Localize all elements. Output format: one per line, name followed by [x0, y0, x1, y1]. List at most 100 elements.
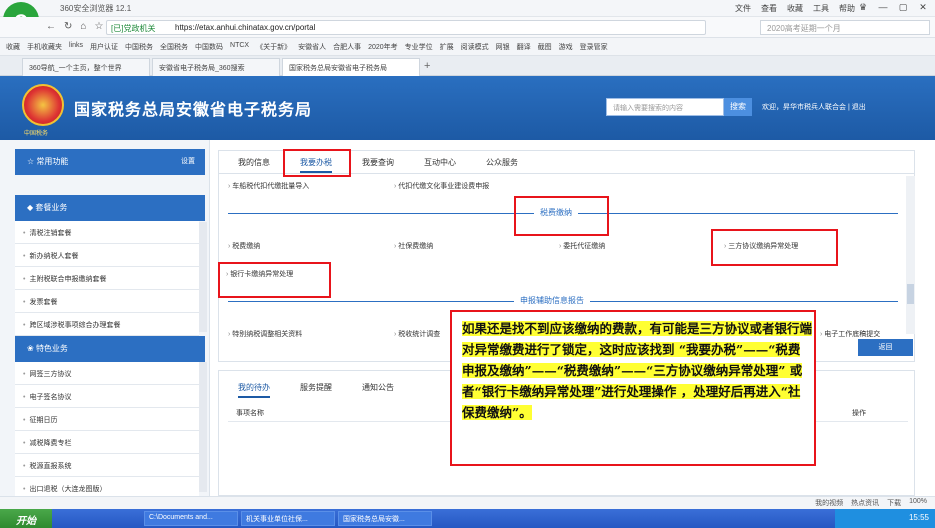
sidebar-item-package[interactable]: 清税注销套餐: [15, 221, 199, 244]
favorite-item[interactable]: 网银: [496, 42, 510, 55]
emblem-caption: 中国税务: [24, 131, 49, 137]
url-trust-badge: [已]党政机关: [111, 24, 156, 33]
sidebar-item-package[interactable]: 跨区域涉税事项综合办理套餐: [15, 313, 199, 336]
tab-query[interactable]: 我要查询: [362, 157, 394, 168]
new-tab-icon[interactable]: +: [424, 60, 430, 72]
feature-business-header[interactable]: ❀ 特色业务: [15, 336, 205, 362]
favorite-item[interactable]: 2020年考: [368, 42, 398, 55]
close-icon[interactable]: ✕: [915, 2, 931, 13]
start-button[interactable]: 开始: [0, 509, 52, 528]
status-news[interactable]: 热点资讯: [851, 498, 879, 508]
browser-tab-search[interactable]: 安徽省电子税务局_360搜索: [152, 58, 280, 76]
sidebar-item-package[interactable]: 发票套餐: [15, 290, 199, 313]
home-icon[interactable]: ⌂: [80, 21, 86, 32]
reload-icon[interactable]: ↻: [64, 21, 72, 32]
sidebar-item-feature[interactable]: 减税降费专栏: [15, 431, 199, 454]
sidebar-item-feature[interactable]: 征期日历: [15, 408, 199, 431]
sidebar-scrollbar[interactable]: [199, 362, 207, 492]
maximize-icon[interactable]: ▢: [895, 2, 911, 13]
tab-service-reminder[interactable]: 服务提醒: [300, 382, 332, 393]
site-title: 国家税务总局安徽省电子税务局: [74, 102, 313, 119]
sidebar-item-feature[interactable]: 网签三方协议: [15, 362, 199, 385]
menu-tools[interactable]: 工具: [813, 3, 829, 14]
favorite-item[interactable]: 专业学位: [405, 42, 433, 55]
status-zoom[interactable]: 100%: [909, 498, 927, 508]
favorite-item[interactable]: 手机收藏夹: [27, 42, 62, 55]
link-special-adjust[interactable]: 特别纳税调整相关资料: [228, 329, 302, 339]
browser-title: 360安全浏览器 12.1: [60, 4, 132, 13]
menu-file[interactable]: 文件: [735, 3, 751, 14]
sidebar-item-feature[interactable]: 电子签名协议: [15, 385, 199, 408]
status-download[interactable]: 下载: [887, 498, 901, 508]
package-business-header[interactable]: ◆ 套餐业务: [15, 195, 205, 221]
site-search-button[interactable]: 搜索: [724, 98, 752, 116]
status-video[interactable]: 我的视频: [815, 498, 843, 508]
back-arrow-icon[interactable]: ←: [46, 21, 56, 32]
settings-link[interactable]: 设置: [181, 156, 195, 166]
favorite-item[interactable]: 阅读模式: [461, 42, 489, 55]
favorite-item[interactable]: 收藏: [6, 42, 20, 55]
menu-help[interactable]: 帮助: [839, 3, 855, 14]
url-input[interactable]: [已]党政机关 https://etax.anhui.chinatax.gov.…: [106, 20, 706, 35]
browser-statusbar: 我的视频 热点资讯 下载 100%: [0, 496, 935, 509]
site-header: 中国税务 国家税务总局安徽省电子税务局 请输入需要搜索的内容 搜索 欢迎，昇华市…: [0, 76, 935, 140]
browser-tabbar: 360导航_一个主页，整个世界 安徽省电子税务局_360搜索 国家税务总局安徽省…: [0, 56, 935, 76]
tab-my-todo[interactable]: 我的待办: [238, 382, 270, 398]
browser-tab-etax[interactable]: 国家税务总局安徽省电子税务局: [282, 58, 420, 76]
link-entrusted-payment[interactable]: 委托代征缴纳: [559, 241, 605, 251]
link-tax-survey[interactable]: 税收统计调查: [394, 329, 440, 339]
favorite-item[interactable]: 扩展: [440, 42, 454, 55]
system-tray: 15:55: [835, 509, 935, 528]
favorite-item[interactable]: 中国税务: [125, 42, 153, 55]
browser-search-input[interactable]: 2020高考延期一个月: [760, 20, 930, 35]
favorite-item[interactable]: links: [69, 42, 83, 55]
menu-favorites[interactable]: 收藏: [787, 3, 803, 14]
main-scroll-thumb[interactable]: [907, 284, 914, 304]
link-social-security-payment[interactable]: 社保费缴纳: [394, 241, 433, 251]
favorite-item[interactable]: 用户认证: [90, 42, 118, 55]
main-scrollbar[interactable]: [906, 176, 915, 334]
link-vehicle-tax-import[interactable]: 车船税代扣代缴批量导入: [228, 181, 309, 191]
favorite-item[interactable]: 登录管家: [580, 42, 608, 55]
favorite-item[interactable]: NTCX: [230, 42, 249, 55]
clock[interactable]: 15:55: [909, 513, 929, 522]
browser-tab-nav[interactable]: 360导航_一个主页，整个世界: [22, 58, 150, 76]
favorite-item[interactable]: 全国税务: [160, 42, 188, 55]
site-search-input[interactable]: 请输入需要搜索的内容: [606, 98, 724, 116]
common-functions-header[interactable]: ☆ 常用功能 设置: [15, 149, 205, 175]
tab-interaction[interactable]: 互动中心: [424, 157, 456, 168]
return-button[interactable]: 返回: [858, 339, 913, 356]
link-working-paper[interactable]: 电子工作底稿提交: [820, 329, 880, 339]
sidebar-scrollbar[interactable]: [199, 222, 207, 332]
browser-titlebar: 360安全浏览器 12.1 文件 查看 收藏 工具 帮助 ♛ — ▢ ✕: [0, 0, 935, 17]
left-sidebar: ☆ 常用功能 设置 ◆ 套餐业务 清税注销套餐 新办纳税人套餐 主附税联合申报缴…: [0, 140, 210, 500]
taskbar-item-etax[interactable]: 国家税务总局安徽...: [338, 511, 432, 526]
col-item-name: 事项名称: [236, 410, 264, 417]
favorite-item[interactable]: 游戏: [559, 42, 573, 55]
favorite-item[interactable]: 中国数码: [195, 42, 223, 55]
favorite-item[interactable]: 合肥人事: [333, 42, 361, 55]
favorite-item[interactable]: 翻译: [517, 42, 531, 55]
favorite-item[interactable]: 安徽省人: [298, 42, 326, 55]
welcome-text[interactable]: 欢迎，昇华市税兵人联合会 | 退出: [762, 102, 866, 112]
link-culture-fee[interactable]: 代扣代缴文化事业建设费申报: [394, 181, 489, 191]
tab-notice[interactable]: 通知公告: [362, 382, 394, 393]
minimize-icon[interactable]: —: [875, 2, 891, 13]
tab-public-service[interactable]: 公众服务: [486, 157, 518, 168]
link-tax-payment[interactable]: 税费缴纳: [228, 241, 260, 251]
menu-view[interactable]: 查看: [761, 3, 777, 14]
tab-my-info[interactable]: 我的信息: [238, 157, 270, 168]
favorite-star-icon[interactable]: ☆: [94, 21, 103, 32]
taskbar-item-social-security[interactable]: 机关事业单位社保...: [241, 511, 335, 526]
sidebar-item-feature[interactable]: 税源直报系统: [15, 454, 199, 477]
browser-search-placeholder: 2020高考延期一个月: [767, 24, 841, 33]
taskbar-item-folder[interactable]: C:\Documents and...: [144, 511, 238, 526]
annotation-highlight: 如果还是找不到应该缴纳的费款，有可能是三方协议或者银行端对异常缴费进行了锁定，这…: [462, 321, 813, 420]
skin-icon[interactable]: ♛: [855, 2, 871, 13]
sidebar-item-package[interactable]: 主附税联合申报缴纳套餐: [15, 267, 199, 290]
sidebar-item-package[interactable]: 新办纳税人套餐: [15, 244, 199, 267]
highlight-bankcard-exception: [218, 262, 331, 298]
favorite-item[interactable]: 截图: [538, 42, 552, 55]
favorite-item[interactable]: 《关于新》: [256, 42, 291, 55]
favorites-bar: 收藏 手机收藏夹 links 用户认证 中国税务 全国税务 中国数码 NTCX 《关于新》 安徽省…: [0, 38, 935, 56]
